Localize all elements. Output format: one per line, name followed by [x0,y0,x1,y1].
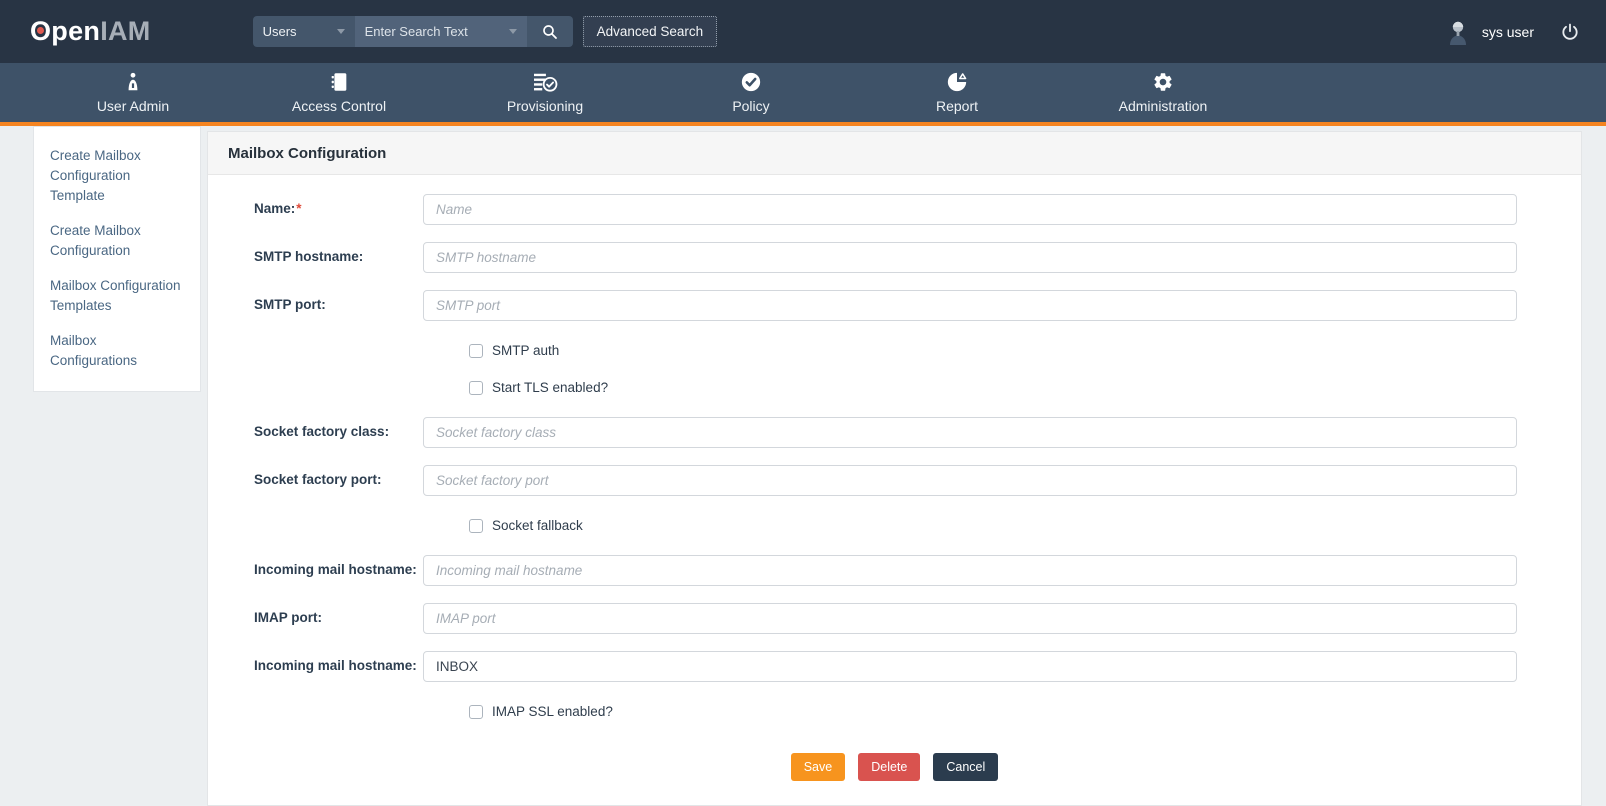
required-asterisk: * [296,201,301,216]
field-label: Incoming mail hostname: [208,555,423,578]
user-area: sys user [1446,19,1580,45]
gear-icon [1152,71,1174,93]
field-label: SMTP hostname: [208,242,423,265]
nav-item-provisioning[interactable]: Provisioning [442,63,648,122]
user-icon [122,71,144,93]
mailbox-configuration-panel: Mailbox Configuration Name:* SMTP hostna… [207,131,1582,806]
page-title: Mailbox Configuration [228,145,386,162]
sidebar-item-mailbox-configuration-templates[interactable]: Mailbox Configuration Templates [50,276,184,316]
field-label: IMAP port: [208,603,423,626]
nav-item-report[interactable]: Report [854,63,1060,122]
field-label: Name:* [208,194,423,217]
search-icon [541,23,559,41]
search-category-select[interactable]: Users [253,16,355,47]
smtp-hostname-field[interactable] [423,242,1517,273]
logout-button[interactable] [1560,22,1580,42]
field-label: SMTP port: [208,290,423,313]
checkbox-label[interactable]: Socket fallback [492,518,583,533]
incoming-mail-hostname-field[interactable] [423,555,1517,586]
address-book-icon [328,71,350,93]
field-label: Socket factory port: [208,465,423,488]
form-row-imap-folder: Incoming mail hostname: [208,651,1581,682]
list-check-icon [532,71,558,93]
openiam-logo[interactable]: OpenIAM [30,16,151,47]
form-actions: Save Delete Cancel [208,753,1581,781]
form-row-name: Name:* [208,194,1581,225]
name-field[interactable] [423,194,1517,225]
checkbox-label[interactable]: SMTP auth [492,343,559,358]
smtp-port-field[interactable] [423,290,1517,321]
content-area: Create Mailbox Configuration Template Cr… [0,126,1606,806]
form-row-smtp-port: SMTP port: [208,290,1581,321]
search-category-value: Users [263,24,297,39]
nav-item-administration[interactable]: Administration [1060,63,1266,122]
cancel-button[interactable]: Cancel [933,753,998,781]
imap-port-field[interactable] [423,603,1517,634]
pie-chart-icon [946,71,968,93]
form-row-socket-factory-class: Socket factory class: [208,417,1581,448]
form-row-imap-ssl: IMAP SSL enabled? [469,704,1581,719]
mailbox-configuration-form: Name:* SMTP hostname: SMTP port: SMTP au… [208,175,1581,805]
logo-o-mark: Open [30,16,100,47]
sidebar-menu: Create Mailbox Configuration Template Cr… [33,126,201,392]
panel-header: Mailbox Configuration [208,132,1581,175]
nav-item-access-control[interactable]: Access Control [236,63,442,122]
checkbox-label[interactable]: IMAP SSL enabled? [492,704,613,719]
socket-fallback-checkbox[interactable] [469,519,483,533]
imap-folder-field[interactable] [423,651,1517,682]
power-icon [1560,22,1580,42]
sidebar-item-create-mailbox-configuration[interactable]: Create Mailbox Configuration [50,221,184,261]
sidebar-item-create-mailbox-configuration-template[interactable]: Create Mailbox Configuration Template [50,146,184,206]
main-nav: User Admin Access Control Provisioning P… [0,63,1606,126]
chevron-down-icon [509,29,517,34]
field-label: Socket factory class: [208,417,423,440]
form-row-start-tls: Start TLS enabled? [469,380,1581,395]
user-avatar[interactable] [1446,19,1470,45]
form-row-smtp-hostname: SMTP hostname: [208,242,1581,273]
check-circle-icon [740,71,762,93]
form-row-imap-port: IMAP port: [208,603,1581,634]
top-bar: OpenIAM Users Enter Search Text Advanced… [0,0,1606,63]
search-input[interactable]: Enter Search Text [355,16,527,47]
nav-item-user-admin[interactable]: User Admin [30,63,236,122]
delete-button[interactable]: Delete [858,753,920,781]
search-button[interactable] [527,16,573,47]
search-placeholder: Enter Search Text [365,24,468,39]
field-label: Incoming mail hostname: [208,651,423,674]
advanced-search-button[interactable]: Advanced Search [583,16,718,47]
form-row-incoming-mail-hostname: Incoming mail hostname: [208,555,1581,586]
sidebar-item-mailbox-configurations[interactable]: Mailbox Configurations [50,331,184,371]
form-row-socket-fallback: Socket fallback [469,518,1581,533]
start-tls-checkbox[interactable] [469,381,483,395]
smtp-auth-checkbox[interactable] [469,344,483,358]
chevron-down-icon [337,29,345,34]
nav-item-policy[interactable]: Policy [648,63,854,122]
form-row-socket-factory-port: Socket factory port: [208,465,1581,496]
socket-factory-class-field[interactable] [423,417,1517,448]
global-search-group: Users Enter Search Text [253,16,573,47]
save-button[interactable]: Save [791,753,846,781]
logo-red-dot [37,27,44,34]
checkbox-label[interactable]: Start TLS enabled? [492,380,608,395]
form-row-smtp-auth: SMTP auth [469,343,1581,358]
username-label[interactable]: sys user [1482,24,1534,40]
imap-ssl-checkbox[interactable] [469,705,483,719]
socket-factory-port-field[interactable] [423,465,1517,496]
